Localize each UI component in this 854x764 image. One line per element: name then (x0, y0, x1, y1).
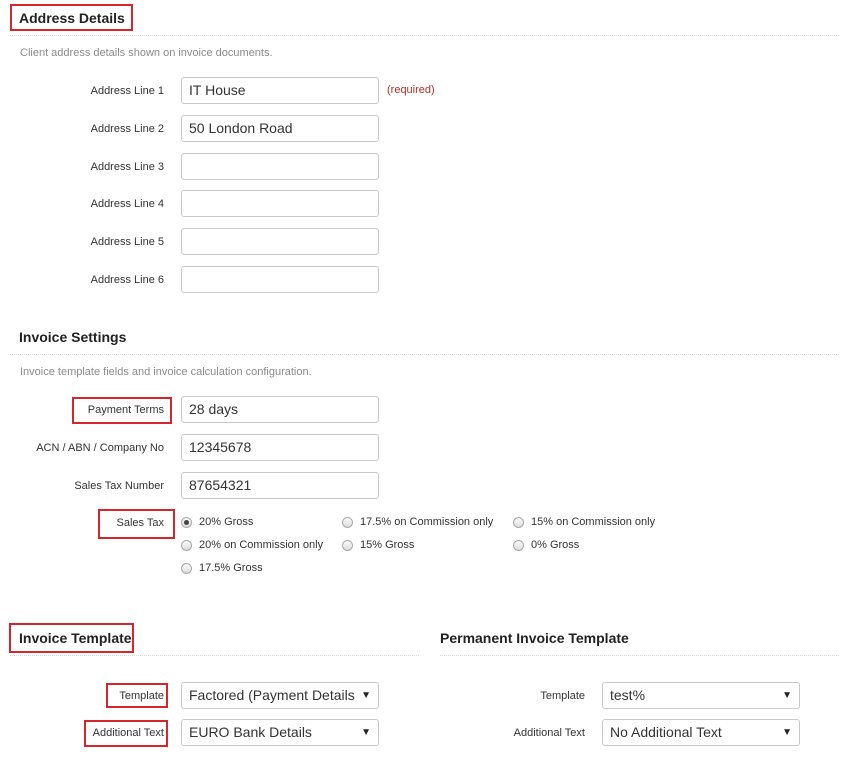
divider (10, 655, 419, 656)
radio-label: 20% Gross (199, 516, 254, 528)
radio-icon[interactable] (181, 562, 192, 574)
required-note: (required) (387, 84, 435, 96)
radio-label: 20% on Commission only (199, 539, 324, 551)
radio-icon[interactable] (342, 539, 353, 551)
address-line-6-input[interactable] (181, 266, 379, 293)
invoice-settings-title: Invoice Settings (19, 329, 127, 345)
additional-text-select-value: EURO Bank Details (189, 724, 312, 740)
sales-tax-option-15-commission[interactable]: 15% on Commission only (513, 516, 655, 528)
chevron-down-icon: ▼ (361, 690, 371, 701)
address-line-1-label: Address Line 1 (90, 85, 164, 97)
address-line-6-label: Address Line 6 (90, 274, 164, 286)
address-line-3-input[interactable] (181, 153, 379, 180)
sales-tax-option-20-commission[interactable]: 20% on Commission only (181, 539, 323, 551)
highlight-box (98, 509, 175, 539)
radio-label: 0% Gross (531, 539, 580, 551)
invoice-settings-description: Invoice template fields and invoice calc… (20, 366, 312, 378)
highlight-box (106, 683, 168, 708)
address-line-4-input[interactable] (181, 190, 379, 217)
permanent-template-title: Permanent Invoice Template (440, 630, 629, 646)
chevron-down-icon: ▼ (782, 690, 792, 701)
address-line-3-label: Address Line 3 (90, 161, 164, 173)
payment-terms-input[interactable]: 28 days (181, 396, 379, 423)
radio-label: 17.5% Gross (199, 562, 263, 574)
radio-label: 15% on Commission only (531, 516, 656, 528)
address-line-4-label: Address Line 4 (90, 198, 164, 210)
address-line-2-input[interactable]: 50 London Road (181, 115, 379, 142)
highlight-box (9, 623, 134, 653)
permanent-additional-text-select-value: No Additional Text (610, 724, 722, 740)
address-line-1-input[interactable]: IT House (181, 77, 379, 104)
chevron-down-icon: ▼ (782, 727, 792, 738)
address-line-5-label: Address Line 5 (90, 236, 164, 248)
permanent-additional-text-select[interactable]: No Additional Text ▼ (602, 719, 800, 746)
address-line-5-input[interactable] (181, 228, 379, 255)
sales-tax-option-0-gross[interactable]: 0% Gross (513, 539, 579, 551)
radio-label: 15% Gross (360, 539, 415, 551)
template-select[interactable]: Factored (Payment Details F ▼ (181, 682, 379, 709)
radio-icon[interactable] (342, 516, 353, 528)
radio-icon[interactable] (513, 516, 524, 528)
divider (440, 655, 839, 656)
sales-tax-number-label: Sales Tax Number (74, 480, 164, 492)
highlight-box (10, 4, 133, 31)
sales-tax-number-input[interactable]: 87654321 (181, 472, 379, 499)
template-select-value: Factored (Payment Details F (189, 687, 356, 703)
permanent-additional-text-label: Additional Text (513, 727, 585, 739)
divider (10, 35, 839, 36)
divider (10, 354, 839, 355)
permanent-template-select-value: test% (610, 687, 646, 703)
address-description: Client address details shown on invoice … (20, 47, 273, 59)
sales-tax-option-17-5-commission[interactable]: 17.5% on Commission only (342, 516, 493, 528)
radio-icon[interactable] (513, 539, 524, 551)
company-no-input[interactable]: 12345678 (181, 434, 379, 461)
highlight-box (84, 720, 168, 747)
permanent-template-select[interactable]: test% ▼ (602, 682, 800, 709)
sales-tax-option-17-5-gross[interactable]: 17.5% Gross (181, 562, 263, 574)
sales-tax-option-15-gross[interactable]: 15% Gross (342, 539, 414, 551)
highlight-box (72, 397, 172, 424)
additional-text-select[interactable]: EURO Bank Details ▼ (181, 719, 379, 746)
radio-icon[interactable] (181, 539, 192, 551)
address-line-2-label: Address Line 2 (90, 123, 164, 135)
chevron-down-icon: ▼ (361, 727, 371, 738)
radio-label: 17.5% on Commission only (360, 516, 494, 528)
permanent-template-label: Template (540, 690, 585, 702)
sales-tax-option-20-gross[interactable]: 20% Gross (181, 516, 253, 528)
radio-checked-icon[interactable] (181, 516, 192, 528)
company-no-label: ACN / ABN / Company No (36, 442, 164, 454)
